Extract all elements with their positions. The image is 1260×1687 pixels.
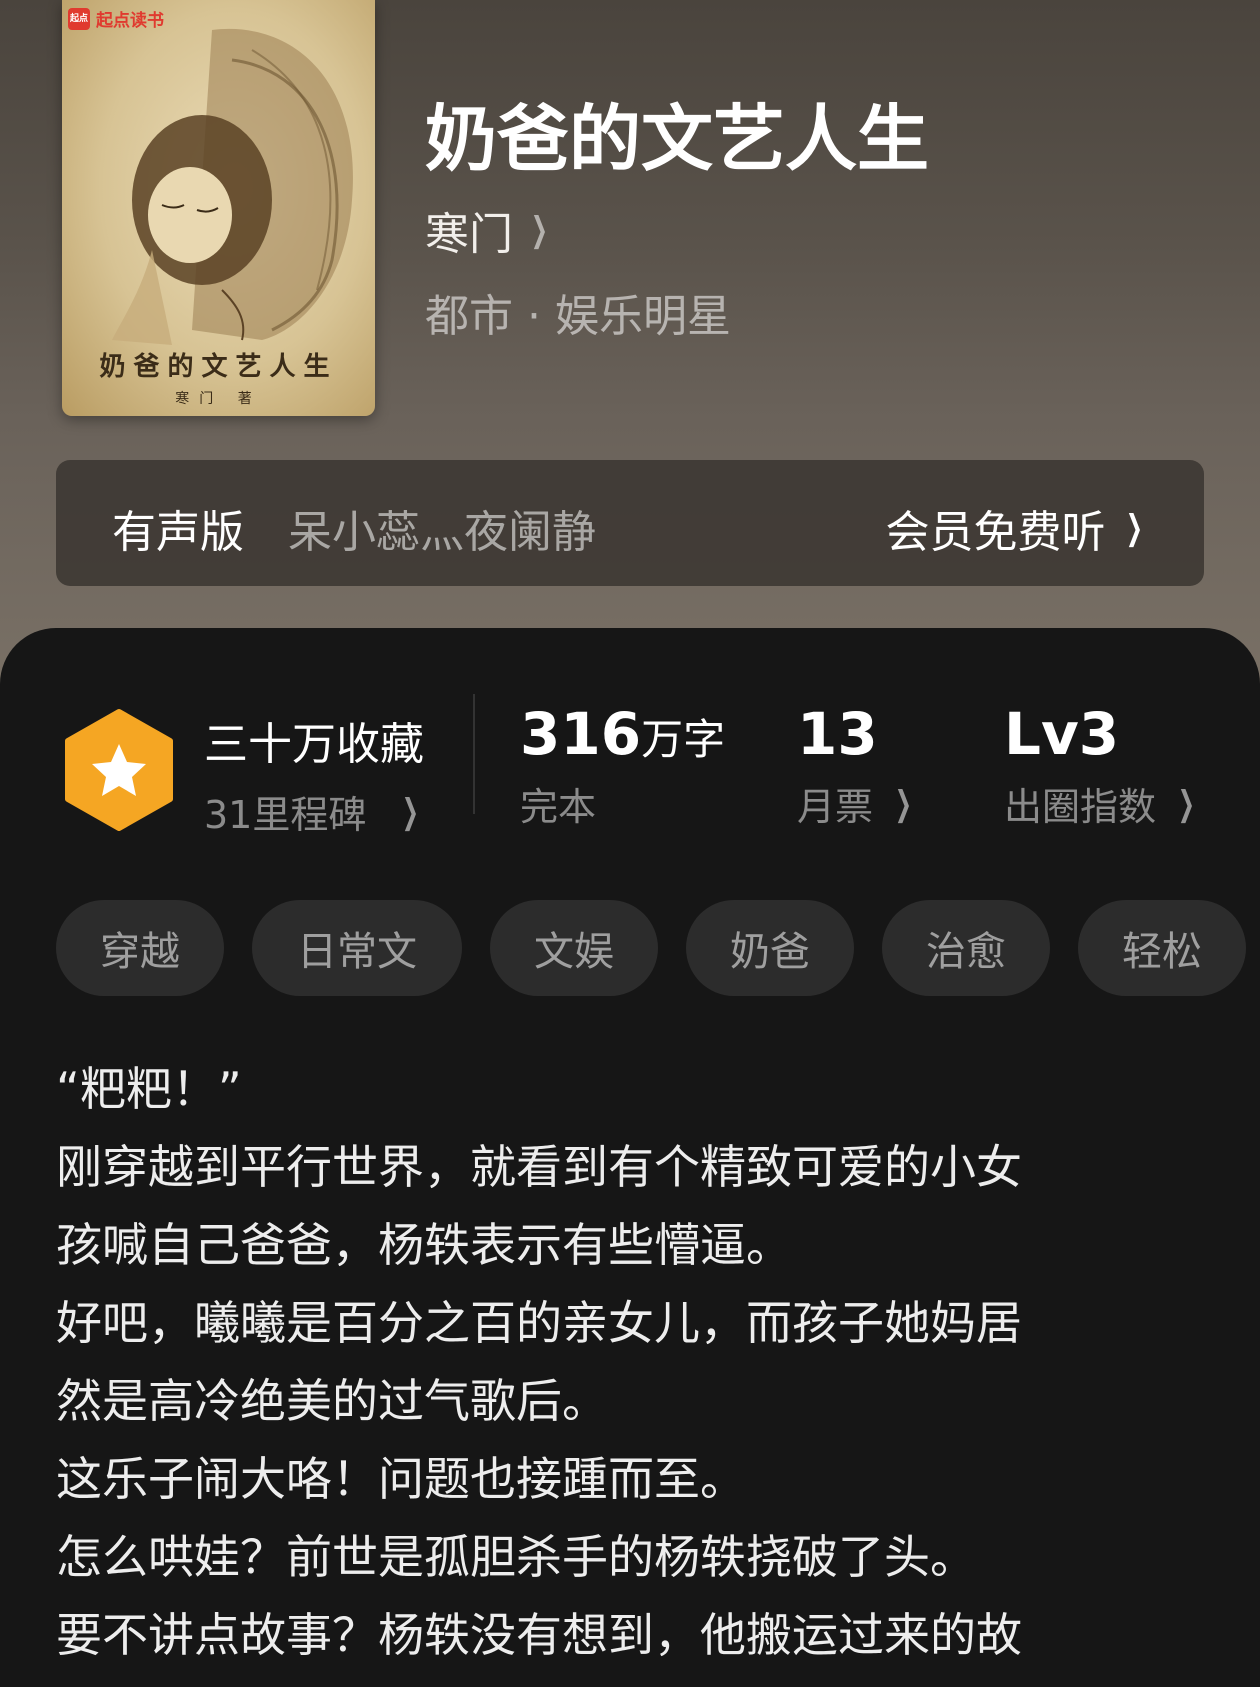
audio-narrators: 呆小蕊灬夜阑静 (288, 507, 596, 558)
book-cover[interactable]: 起点 起点读书 奶爸的文艺人生 寒门 著 (62, 0, 375, 416)
synopsis-line: 孩喊自己爸爸，杨轶表示有些懵逼。 (56, 1218, 792, 1272)
circle-index-level: Lv3 (1004, 700, 1120, 768)
synopsis-line: 怎么哄娃？前世是孤胆杀手的杨轶挠破了头。 (56, 1530, 976, 1584)
chevron-right-icon: ❯ (894, 783, 912, 824)
monthly-ticket-label: 月票 (797, 785, 874, 829)
book-title: 奶爸的文艺人生 (425, 96, 930, 181)
audio-version-bar[interactable]: 有声版 呆小蕊灬夜阑静 会员免费听 ❯ (56, 460, 1204, 586)
author-link[interactable]: 寒门 ❯ (425, 198, 554, 262)
circle-index-stat[interactable]: Lv3 出圈指数 ❯ (1004, 700, 1201, 831)
circle-index-label: 出圈指数 (1004, 785, 1157, 829)
word-count-number: 316 (520, 700, 642, 768)
stats-divider (473, 694, 475, 814)
collection-milestone[interactable]: 三十万收藏 31里程碑 ❯ (204, 708, 425, 839)
author-name: 寒门 (425, 209, 513, 260)
chevron-right-icon: ❯ (402, 791, 420, 832)
tag-chip[interactable]: 奶爸 (686, 900, 854, 996)
completion-status: 完本 (520, 785, 597, 829)
synopsis[interactable]: “粑粑！” 刚穿越到平行世界，就看到有个精致可爱的小女 孩喊自己爸爸，杨轶表示有… (56, 1050, 1216, 1674)
cover-title: 奶爸的文艺人生 (99, 352, 338, 382)
cover-brand: 起点 起点读书 (68, 6, 164, 31)
tag-chip[interactable]: 文娱 (490, 900, 658, 996)
synopsis-line: 然是高冷绝美的过气歌后。 (56, 1374, 608, 1428)
monthly-ticket-stat[interactable]: 13 月票 ❯ (797, 700, 918, 831)
synopsis-line: 这乐子闹大咯！问题也接踵而至。 (56, 1452, 746, 1506)
book-detail-panel: 三十万收藏 31里程碑 ❯ 316万字 完本 13 月票 ❯ Lv3 出圈指数 … (0, 628, 1260, 1687)
cover-brand-text: 起点读书 (96, 11, 164, 31)
qidian-logo-icon: 起点 (68, 7, 90, 30)
monthly-ticket-number: 13 (797, 700, 878, 768)
genre-label[interactable]: 都市 · 娱乐明星 (425, 280, 731, 344)
member-free-listen-button[interactable]: 会员免费听 ❯ (886, 496, 1149, 560)
word-count-stat: 316万字 完本 (520, 700, 725, 831)
chevron-right-icon: ❯ (1177, 783, 1195, 824)
milestone-label: 31里程碑 (204, 793, 367, 837)
synopsis-line: 要不讲点故事？杨轶没有想到，他搬运过来的故 (56, 1608, 1022, 1662)
member-free-listen-label: 会员免费听 (885, 507, 1106, 558)
tag-chip[interactable]: 穿越 (56, 900, 224, 996)
audio-label: 有声版 (112, 507, 244, 558)
tag-list: 穿越 日常文 文娱 奶爸 治愈 轻松 (56, 900, 1246, 996)
cover-author: 寒门 著 (175, 391, 262, 407)
synopsis-line: “粑粑！” (56, 1062, 242, 1116)
tag-chip[interactable]: 治愈 (882, 900, 1050, 996)
synopsis-line: 刚穿越到平行世界，就看到有个精致可爱的小女 (56, 1140, 1022, 1194)
star-badge-icon[interactable] (62, 708, 176, 832)
tag-chip[interactable]: 轻松 (1078, 900, 1246, 996)
tag-chip[interactable]: 日常文 (252, 900, 462, 996)
chevron-right-icon: ❯ (1125, 508, 1143, 548)
chevron-right-icon: ❯ (530, 210, 548, 250)
book-header: 起点 起点读书 奶爸的文艺人生 寒门 著 奶爸的文艺人生 寒门 ❯ 都市 · 娱… (0, 0, 1260, 700)
collection-title: 三十万收藏 (204, 719, 424, 770)
synopsis-line: 好吧，曦曦是百分之百的亲女儿，而孩子她妈居 (56, 1296, 1022, 1350)
word-count-unit: 万字 (641, 715, 726, 764)
